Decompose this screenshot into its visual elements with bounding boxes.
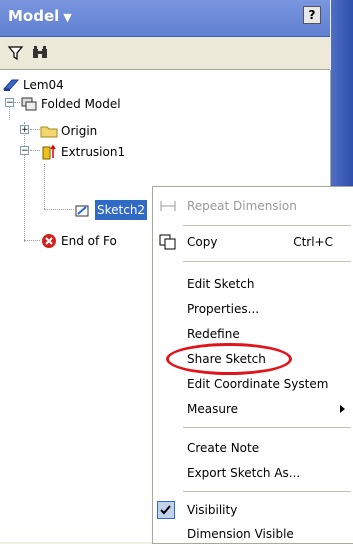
menu-item-label: Properties... bbox=[187, 302, 260, 316]
filter-icon[interactable] bbox=[6, 43, 26, 63]
panel-title-dropdown[interactable]: Model ▼ bbox=[8, 7, 72, 25]
tree-item-label: End of Fo bbox=[61, 233, 117, 248]
browser-toolbar bbox=[0, 37, 330, 70]
copy-icon bbox=[159, 234, 177, 250]
menu-item-label: Create Note bbox=[187, 441, 260, 455]
menu-item-label: Edit Coordinate System bbox=[187, 377, 329, 391]
menu-item-edit-coordinate-system[interactable]: Edit Coordinate System bbox=[153, 373, 353, 395]
menu-item-export-sketch-as[interactable]: Export Sketch As... bbox=[153, 462, 353, 484]
tree-item-extrusion[interactable]: Extrusion1 bbox=[40, 141, 125, 161]
menu-item-copy[interactable]: Copy Ctrl+C bbox=[153, 231, 353, 253]
folder-icon bbox=[40, 123, 58, 139]
help-button[interactable]: ? bbox=[303, 6, 321, 24]
menu-item-partial[interactable]: Dimension Visible bbox=[153, 525, 353, 543]
tree-item-sketch[interactable]: Sketch2 bbox=[74, 199, 148, 220]
tree-item-folded-model[interactable]: Folded Model bbox=[20, 93, 121, 113]
part-icon bbox=[2, 77, 20, 93]
tree-connector bbox=[44, 209, 74, 210]
menu-item-label: Dimension Visible bbox=[187, 527, 294, 541]
sheet-metal-icon bbox=[20, 96, 38, 112]
menu-item-redefine[interactable]: Redefine bbox=[153, 323, 353, 345]
repeat-dimension-icon bbox=[159, 198, 177, 214]
tree-item-origin[interactable]: Origin bbox=[40, 120, 97, 140]
tree-connector bbox=[24, 240, 40, 241]
binoculars-icon[interactable] bbox=[30, 43, 50, 63]
tree-connector bbox=[24, 122, 25, 242]
checkmark-icon bbox=[157, 501, 175, 519]
menu-item-label: Copy bbox=[187, 235, 218, 249]
menu-item-label: Measure bbox=[187, 402, 238, 416]
menu-item-repeat-dimension: Repeat Dimension bbox=[153, 195, 353, 217]
menu-separator bbox=[183, 491, 351, 492]
extrusion-icon bbox=[40, 144, 58, 160]
tree-item-label: Origin bbox=[61, 123, 98, 138]
tree-connector bbox=[30, 129, 40, 130]
menu-item-properties[interactable]: Properties... bbox=[153, 298, 353, 320]
submenu-arrow-icon bbox=[340, 405, 345, 413]
tree-connector bbox=[30, 150, 40, 151]
menu-item-edit-sketch[interactable]: Edit Sketch bbox=[153, 273, 353, 295]
annotation-ellipse bbox=[166, 343, 292, 375]
tree-item-label: Lem04 bbox=[23, 77, 64, 92]
browser-panel-header: Model ▼ ? bbox=[0, 0, 330, 37]
menu-separator bbox=[183, 261, 351, 262]
menu-item-label: Export Sketch As... bbox=[187, 466, 301, 480]
menu-item-label: Redefine bbox=[187, 327, 240, 341]
menu-item-create-note[interactable]: Create Note bbox=[153, 437, 353, 459]
menu-item-shortcut: Ctrl+C bbox=[293, 235, 333, 249]
tree-connector bbox=[44, 164, 45, 209]
sketch-icon bbox=[74, 202, 92, 218]
tree-item-label: Folded Model bbox=[41, 96, 121, 111]
tree-item-root[interactable]: Lem04 bbox=[2, 74, 64, 94]
chevron-down-icon: ▼ bbox=[63, 11, 72, 24]
menu-item-label: Edit Sketch bbox=[187, 277, 255, 291]
menu-item-label: Visibility bbox=[187, 503, 238, 517]
menu-item-visibility[interactable]: Visibility bbox=[153, 499, 353, 521]
expand-toggle[interactable]: + bbox=[20, 125, 29, 135]
collapse-toggle[interactable]: − bbox=[5, 98, 14, 108]
panel-title: Model bbox=[8, 7, 60, 25]
end-of-part-icon bbox=[40, 233, 58, 249]
menu-item-label: Repeat Dimension bbox=[187, 199, 297, 213]
menu-item-measure[interactable]: Measure bbox=[153, 398, 353, 420]
menu-separator bbox=[183, 427, 351, 428]
tree-item-label: Extrusion1 bbox=[61, 144, 126, 159]
collapse-toggle[interactable]: − bbox=[20, 146, 29, 156]
menu-separator bbox=[183, 225, 351, 226]
tree-item-label-selected: Sketch2 bbox=[95, 199, 148, 220]
tree-item-end-of-part[interactable]: End of Fo bbox=[40, 230, 117, 250]
